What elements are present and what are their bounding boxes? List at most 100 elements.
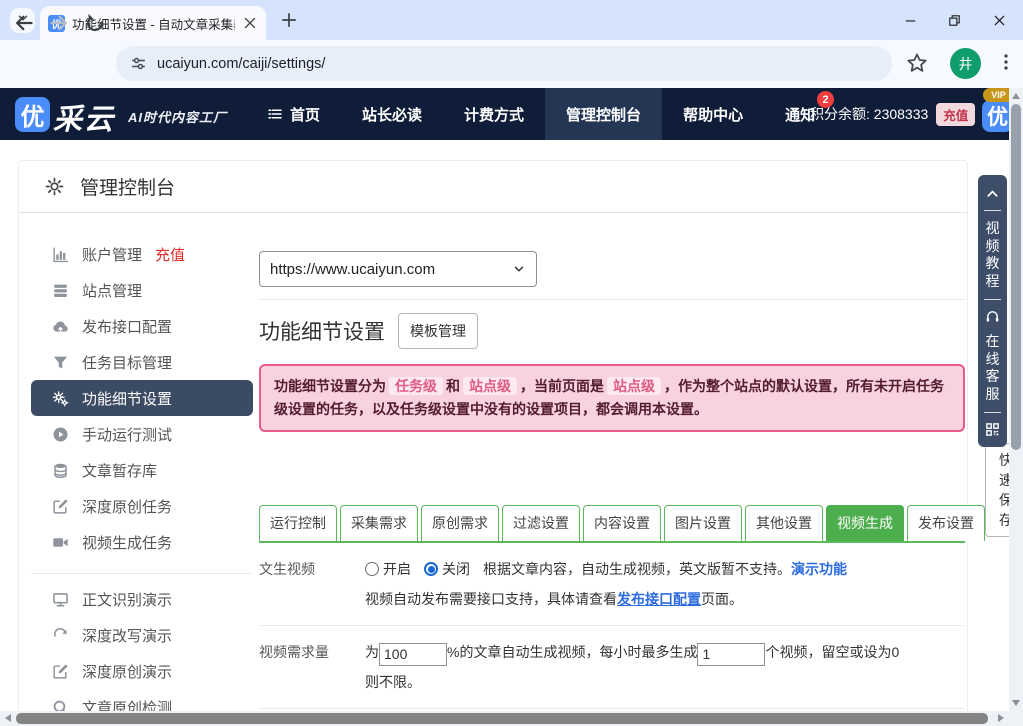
funnel-icon (52, 354, 69, 371)
console-card: 管理控制台 账户管理充值站点管理发布接口配置任务目标管理功能细节设置手动运行测试… (18, 160, 968, 726)
sidebar-item[interactable]: 站点管理 (31, 272, 257, 308)
tab-close-icon[interactable] (242, 15, 258, 31)
horizontal-scroll-thumb[interactable] (16, 713, 988, 724)
sidebar-item[interactable]: 功能细节设置 (31, 380, 253, 416)
sidebar-item[interactable]: 深度原创演示 (31, 653, 257, 689)
settings-tab[interactable]: 图片设置 (664, 505, 742, 541)
site-navbar: 优 采云 AI时代内容工厂 首页站长必读计费方式管理控制台帮助中心通知2 积分余… (0, 88, 1023, 140)
settings-tab[interactable]: 过滤设置 (502, 505, 580, 541)
settings-tab[interactable]: 视频生成 (826, 505, 904, 541)
template-manage-button[interactable]: 模板管理 (398, 313, 478, 349)
sites-icon (52, 282, 69, 299)
nav-item[interactable]: 站长必读 (341, 88, 443, 140)
address-bar[interactable]: ucaiyun.com/caiji/settings/ (116, 46, 892, 81)
settings-tab[interactable]: 发布设置 (907, 505, 985, 541)
radio-enable[interactable]: 开启 (365, 561, 411, 577)
credits-balance: 积分余额: 2308333 (810, 104, 928, 124)
window-close-button[interactable] (983, 4, 1015, 36)
site-settings-icon[interactable] (130, 55, 147, 72)
sidebar-item-label: 深度原创演示 (82, 661, 172, 682)
chevron-down-icon (512, 262, 526, 276)
publish-api-link[interactable]: 发布接口配置 (617, 591, 701, 607)
sidebar-item-label: 手动运行测试 (82, 424, 172, 445)
browser-tab[interactable]: 优 功能细节设置 - 自动文章采集器 (40, 6, 266, 40)
url-text: ucaiyun.com/caiji/settings/ (157, 56, 325, 72)
gear-icon (44, 176, 65, 197)
qr-code-icon[interactable] (985, 422, 1000, 437)
level-info-alert: 功能细节设置分为任务级和站点级，当前页面是站点级，作为整个站点的默认设置，所有未… (259, 364, 965, 432)
window-restore-button[interactable] (938, 4, 970, 36)
scroll-left-arrow[interactable] (5, 714, 11, 722)
cloud-upload-icon (52, 318, 69, 335)
video-tutorial-link[interactable]: 视频教程 (985, 220, 1001, 290)
browser-profile-avatar[interactable]: 井 (950, 48, 981, 79)
site-tagline: AI时代内容工厂 (128, 107, 227, 126)
nav-item[interactable]: 帮助中心 (662, 88, 764, 140)
nav-item-label: 管理控制台 (566, 104, 641, 125)
sidebar-item[interactable]: 发布接口配置 (31, 308, 257, 344)
divider (984, 412, 1001, 413)
bookmark-star-icon[interactable] (906, 52, 928, 74)
row-label: 文生视频 (259, 554, 365, 614)
headset-icon[interactable] (985, 309, 1000, 324)
settings-tab[interactable]: 原创需求 (421, 505, 499, 541)
vertical-scroll-thumb[interactable] (1011, 104, 1021, 450)
online-service-link[interactable]: 在线客服 (985, 333, 1001, 403)
site-logo[interactable]: 优 (15, 97, 50, 132)
radio-icon[interactable] (365, 562, 379, 576)
scroll-up-arrow[interactable] (1012, 93, 1020, 99)
sidebar-item-label: 视频生成任务 (82, 532, 172, 553)
divider (259, 299, 965, 300)
sidebar-item[interactable]: 视频生成任务 (31, 524, 257, 560)
new-tab-button[interactable] (280, 11, 298, 29)
card-header: 管理控制台 (19, 161, 967, 213)
sidebar-item[interactable]: 手动运行测试 (31, 416, 257, 452)
settings-tab[interactable]: 采集需求 (340, 505, 418, 541)
settings-tab[interactable]: 运行控制 (259, 505, 337, 541)
monitor-icon (52, 591, 69, 608)
sidebar-item-label: 任务目标管理 (82, 352, 172, 373)
nav-item-label: 帮助中心 (683, 104, 743, 125)
horizontal-scrollbar[interactable] (0, 711, 1009, 726)
radio-checked-icon[interactable] (424, 562, 438, 576)
nav-item[interactable]: 管理控制台 (545, 88, 662, 140)
hourly-max-input[interactable] (697, 643, 765, 666)
nav-item[interactable]: 计费方式 (443, 88, 545, 140)
sidebar-item-label: 功能细节设置 (82, 388, 172, 409)
site-logo-text[interactable]: 采云 (53, 96, 115, 138)
sidebar-item[interactable]: 文章暂存库 (31, 452, 257, 488)
vertical-scrollbar[interactable] (1009, 88, 1023, 711)
sidebar-item-label: 站点管理 (82, 280, 142, 301)
sidebar-item[interactable]: 账户管理充值 (31, 236, 257, 272)
sidebar-item[interactable]: 深度改写演示 (31, 617, 257, 653)
percent-input[interactable] (379, 643, 447, 666)
back-button[interactable] (13, 12, 37, 36)
scrollbar-corner (1009, 711, 1023, 726)
settings-tab[interactable]: 内容设置 (583, 505, 661, 541)
settings-tabs: 运行控制采集需求原创需求过滤设置内容设置图片设置其他设置视频生成发布设置 快速保… (259, 443, 965, 543)
nav-menu: 首页站长必读计费方式管理控制台帮助中心通知2 (246, 88, 836, 140)
demo-feature-link[interactable]: 演示功能 (791, 561, 847, 577)
form-row-text-to-video: 文生视频 开启关闭根据文章内容，自动生成视频，英文版暂不支持。演示功能 视频自动… (259, 543, 965, 626)
settings-tab[interactable]: 其他设置 (745, 505, 823, 541)
scroll-right-arrow[interactable] (998, 714, 1004, 722)
divider (984, 299, 1001, 300)
menu-list-icon (267, 106, 283, 122)
browser-menu-icon[interactable] (996, 52, 1016, 74)
scroll-down-arrow[interactable] (1012, 700, 1020, 706)
radio-disable[interactable]: 关闭 (424, 561, 470, 577)
sidebar-item[interactable]: 正文识别演示 (31, 581, 257, 617)
recharge-button[interactable]: 充值 (936, 103, 975, 126)
refresh-icon (52, 627, 69, 644)
video-icon (52, 534, 69, 551)
nav-item-label: 首页 (290, 104, 320, 125)
nav-item[interactable]: 首页 (246, 88, 341, 140)
nav-item-label: 站长必读 (362, 104, 422, 125)
sidebar-item[interactable]: 深度原创任务 (31, 488, 257, 524)
recharge-link[interactable]: 充值 (155, 244, 185, 265)
window-minimize-button[interactable] (894, 4, 926, 36)
site-select[interactable]: https://www.ucaiyun.com (259, 251, 537, 287)
chevron-up-icon[interactable] (985, 186, 1000, 201)
sidebar-item[interactable]: 任务目标管理 (31, 344, 257, 380)
reload-button[interactable] (84, 12, 108, 36)
